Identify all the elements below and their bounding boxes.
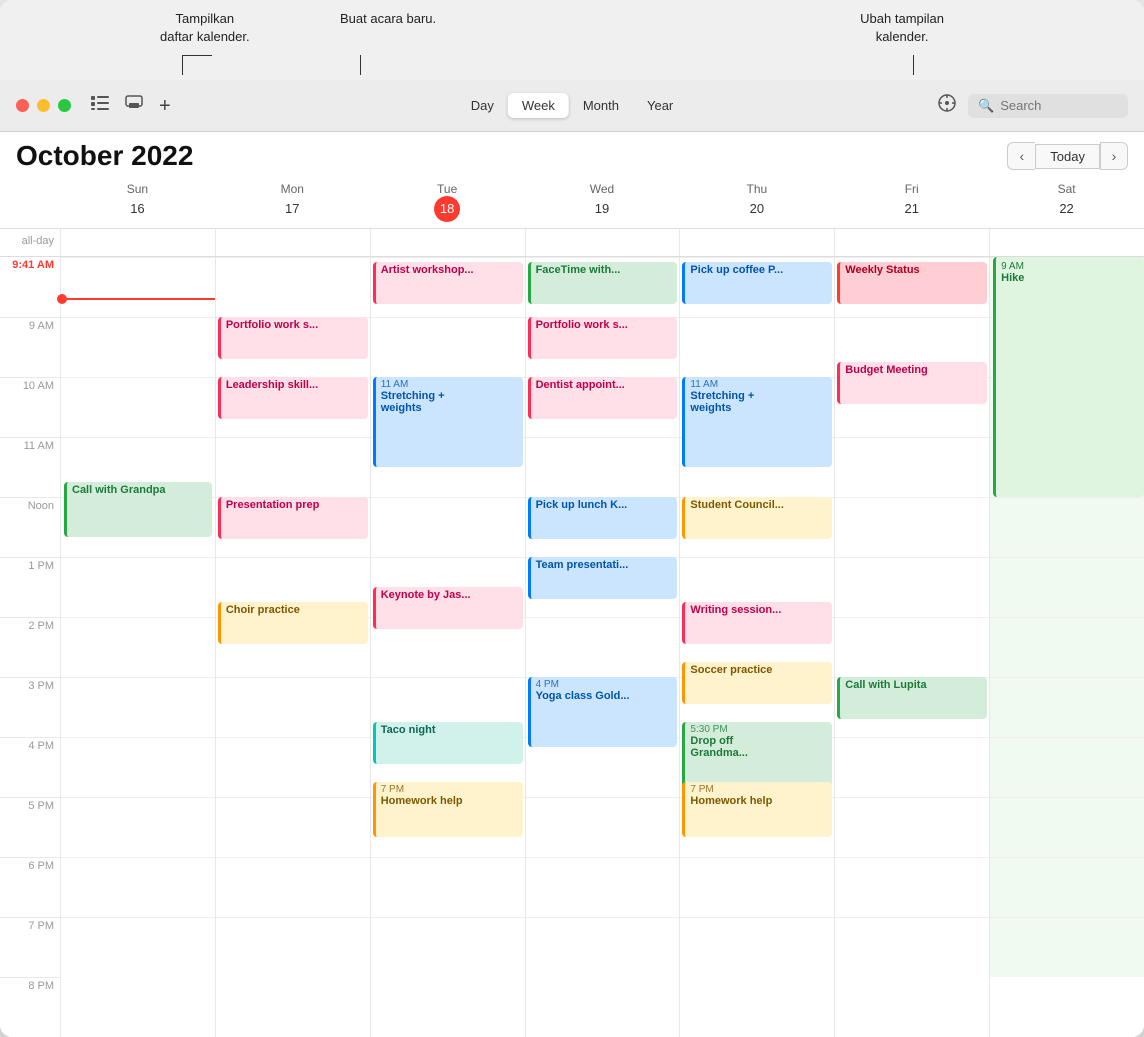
time-11am: 11 AM xyxy=(0,437,60,497)
traffic-lights xyxy=(16,99,71,112)
tab-month[interactable]: Month xyxy=(569,93,633,118)
event-pickup-coffee[interactable]: Pick up coffee P... xyxy=(682,262,832,304)
event-presentation-prep[interactable]: Presentation prep xyxy=(218,497,368,539)
calendar-header: October 2022 ‹ Today › xyxy=(0,132,1144,176)
day-wed: Wed 19 xyxy=(525,176,680,228)
event-portfolio-wed[interactable]: Portfolio work s... xyxy=(528,317,678,359)
event-weekly-status[interactable]: Weekly Status xyxy=(837,262,987,304)
col-tue: Artist workshop... 11 AM Stretching +wei… xyxy=(370,257,525,1037)
inbox-icon[interactable] xyxy=(125,95,143,116)
event-dentist[interactable]: Dentist appoint... xyxy=(528,377,678,419)
allday-corner xyxy=(0,176,60,228)
event-stretching-thu[interactable]: 11 AM Stretching +weights xyxy=(682,377,832,467)
annotation-3: Ubah tampilankalender. xyxy=(860,10,944,46)
time-9am: 9 AM xyxy=(0,317,60,377)
toolbar-right: 🔍 xyxy=(938,94,1128,118)
allday-row: all-day xyxy=(0,229,1144,257)
col-thu: Pick up coffee P... 11 AM Stretching +we… xyxy=(679,257,834,1037)
tab-week[interactable]: Week xyxy=(508,93,569,118)
search-input[interactable] xyxy=(1000,98,1118,113)
allday-mon xyxy=(215,229,370,256)
next-week-button[interactable]: › xyxy=(1100,142,1128,170)
calendar-list-icon[interactable] xyxy=(91,95,109,116)
time-2pm: 2 PM xyxy=(0,617,60,677)
time-4pm: 4 PM xyxy=(0,737,60,797)
add-event-button[interactable]: + xyxy=(159,96,171,116)
event-pickup-lunch[interactable]: Pick up lunch K... xyxy=(528,497,678,539)
minimize-button[interactable] xyxy=(37,99,50,112)
search-box[interactable]: 🔍 xyxy=(968,94,1128,118)
days-header: Sun 16 Mon 17 Tue 18 Wed 19 Thu 20 Fri 2… xyxy=(0,176,1144,229)
event-call-lupita[interactable]: Call with Lupita xyxy=(837,677,987,719)
allday-sat xyxy=(989,229,1144,256)
annotation-1: Tampilkandaftar kalender. xyxy=(160,10,250,46)
time-6pm: 6 PM xyxy=(0,857,60,917)
time-3pm: 3 PM xyxy=(0,677,60,737)
prev-week-button[interactable]: ‹ xyxy=(1007,142,1035,170)
time-column: 9:41 AM 9 AM 10 AM 11 AM Noon 1 PM 2 PM … xyxy=(0,257,60,1037)
allday-thu xyxy=(679,229,834,256)
allday-fri xyxy=(834,229,989,256)
event-homework-thu[interactable]: 7 PM Homework help xyxy=(682,782,832,837)
event-stretching-tue[interactable]: 11 AM Stretching +weights xyxy=(373,377,523,467)
navigation-arrows: ‹ Today › xyxy=(1007,142,1128,170)
col-mon: Portfolio work s... Leadership skill... … xyxy=(215,257,370,1037)
col-wed: FaceTime with... Portfolio work s... Den… xyxy=(525,257,680,1037)
event-homework-tue[interactable]: 7 PM Homework help xyxy=(373,782,523,837)
col-sun: Call with Grandpa xyxy=(60,257,215,1037)
calendar-grid: 9:41 AM 9 AM 10 AM 11 AM Noon 1 PM 2 PM … xyxy=(0,257,1144,1037)
time-7pm: 7 PM xyxy=(0,917,60,977)
toolbar-icons: + xyxy=(91,95,171,116)
annotation-2: Buat acara baru. xyxy=(340,10,436,28)
titlebar: + Day Week Month Year 🔍 xyxy=(0,80,1144,132)
day-tue: Tue 18 xyxy=(370,176,525,228)
event-leadership[interactable]: Leadership skill... xyxy=(218,377,368,419)
location-icon[interactable] xyxy=(938,94,956,117)
time-941: 9:41 AM xyxy=(0,257,60,317)
allday-wed xyxy=(525,229,680,256)
tab-day[interactable]: Day xyxy=(457,93,508,118)
event-student-council[interactable]: Student Council... xyxy=(682,497,832,539)
event-artist-workshop[interactable]: Artist workshop... xyxy=(373,262,523,304)
allday-sun xyxy=(60,229,215,256)
today-button[interactable]: Today xyxy=(1035,144,1100,169)
event-hike[interactable]: 9 AM Hike xyxy=(993,257,1144,497)
event-budget-meeting[interactable]: Budget Meeting xyxy=(837,362,987,404)
time-8pm: 8 PM xyxy=(0,977,60,1037)
search-icon: 🔍 xyxy=(978,98,994,114)
current-time-line xyxy=(61,298,215,300)
day-fri: Fri 21 xyxy=(834,176,989,228)
event-writing-session[interactable]: Writing session... xyxy=(682,602,832,644)
event-yoga[interactable]: 4 PM Yoga class Gold... xyxy=(528,677,678,747)
event-choir[interactable]: Choir practice xyxy=(218,602,368,644)
allday-tue xyxy=(370,229,525,256)
event-soccer[interactable]: Soccer practice xyxy=(682,662,832,704)
col-fri: Weekly Status Budget Meeting Call with L… xyxy=(834,257,989,1037)
day-mon: Mon 17 xyxy=(215,176,370,228)
maximize-button[interactable] xyxy=(58,99,71,112)
tab-year[interactable]: Year xyxy=(633,93,687,118)
day-thu: Thu 20 xyxy=(679,176,834,228)
calendar-window: Tampilkandaftar kalender. Buat acara bar… xyxy=(0,0,1144,1037)
view-tabs: Day Week Month Year xyxy=(457,93,688,118)
time-1pm: 1 PM xyxy=(0,557,60,617)
allday-label: all-day xyxy=(0,229,60,256)
event-facetime[interactable]: FaceTime with... xyxy=(528,262,678,304)
calendar-title: October 2022 xyxy=(16,140,1007,172)
event-team-presentation[interactable]: Team presentati... xyxy=(528,557,678,599)
time-10am: 10 AM xyxy=(0,377,60,437)
day-sun: Sun 16 xyxy=(60,176,215,228)
event-call-grandpa[interactable]: Call with Grandpa xyxy=(64,482,212,537)
event-taco-night[interactable]: Taco night xyxy=(373,722,523,764)
event-keynote[interactable]: Keynote by Jas... xyxy=(373,587,523,629)
close-button[interactable] xyxy=(16,99,29,112)
event-portfolio-mon[interactable]: Portfolio work s... xyxy=(218,317,368,359)
time-5pm: 5 PM xyxy=(0,797,60,857)
day-sat: Sat 22 xyxy=(989,176,1144,228)
col-sat: 9 AM Hike xyxy=(989,257,1144,1037)
time-noon: Noon xyxy=(0,497,60,557)
